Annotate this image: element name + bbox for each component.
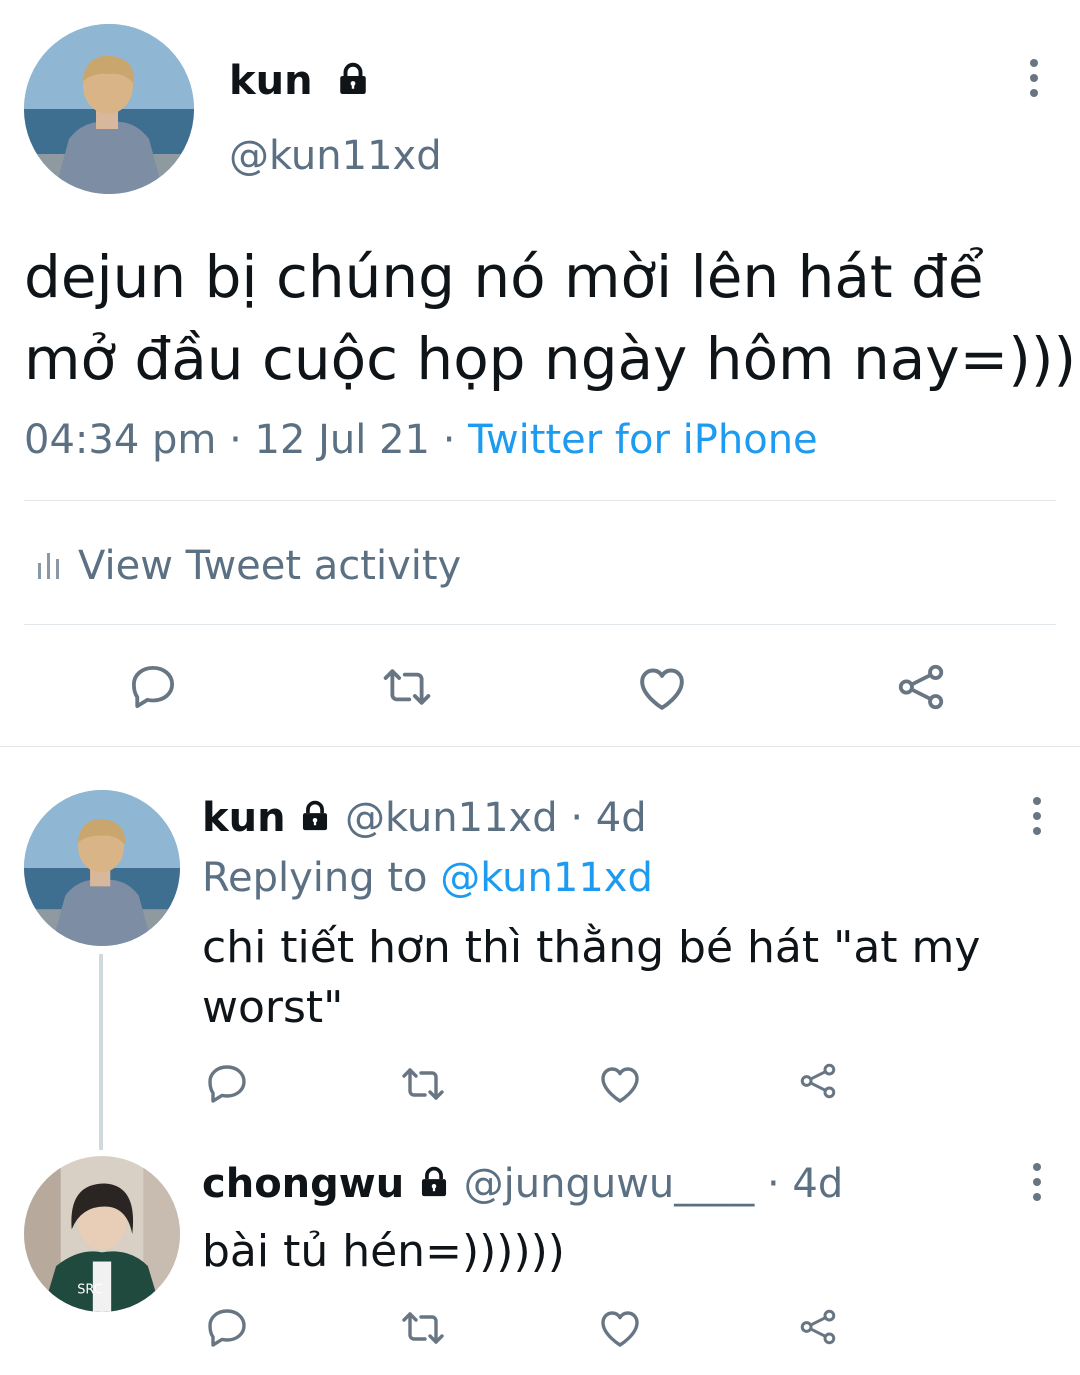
tweet-text-line: dejun bị chúng nó mời lên hát để <box>24 243 984 311</box>
tweet-source-link[interactable]: Twitter for iPhone <box>468 417 818 463</box>
tweet-date[interactable]: 12 Jul 21 <box>255 417 431 463</box>
more-icon[interactable] <box>1014 58 1054 98</box>
retweet-button[interactable] <box>399 1060 447 1108</box>
section-divider <box>0 746 1080 747</box>
more-icon[interactable] <box>1017 1162 1057 1202</box>
activity-icon <box>38 553 59 579</box>
lock-icon <box>298 799 332 833</box>
retweet-icon <box>399 1304 447 1352</box>
lock-icon <box>335 61 371 97</box>
like-button[interactable] <box>596 1304 644 1352</box>
reply-age: · 4d <box>767 1161 844 1207</box>
share-icon <box>894 660 948 714</box>
view-tweet-activity[interactable]: View Tweet activity <box>34 538 461 594</box>
reply-button[interactable] <box>203 1060 251 1108</box>
like-icon <box>596 1304 644 1352</box>
activity-label: View Tweet activity <box>78 543 462 589</box>
reply-icon <box>203 1304 251 1352</box>
lock-icon <box>417 1165 451 1199</box>
like-icon <box>596 1060 644 1108</box>
avatar[interactable] <box>24 24 194 194</box>
retweet-button[interactable] <box>380 660 434 714</box>
tweet-text: dejun bị chúng nó mời lên hát để mở đầu … <box>24 236 1076 400</box>
reply-icon <box>203 1060 251 1108</box>
meta-dot: · <box>442 417 456 463</box>
display-name[interactable]: kun <box>229 56 371 106</box>
share-icon <box>797 1306 839 1348</box>
handle[interactable]: @kun11xd <box>229 130 442 182</box>
display-name-text: kun <box>229 58 313 104</box>
reply-header: chongwu @junguwu____ · 4d <box>202 1158 843 1210</box>
tweet-meta: 04:34 pm · 12 Jul 21 · Twitter for iPhon… <box>24 414 818 466</box>
tweet-text-line: mở đầu cuộc họp ngày hôm nay=))) <box>24 325 1077 393</box>
share-button[interactable] <box>894 660 948 714</box>
divider <box>24 624 1056 625</box>
display-name[interactable]: chongwu <box>202 1161 404 1207</box>
avatar[interactable] <box>24 1156 180 1312</box>
handle[interactable]: @kun11xd <box>345 795 558 841</box>
reply-text: chi tiết hơn thì thằng bé hát "at my wor… <box>202 918 980 1038</box>
like-button[interactable] <box>634 660 690 716</box>
divider <box>24 500 1056 501</box>
replying-handle-link[interactable]: @kun11xd <box>440 855 653 901</box>
reply-text-line: worst" <box>202 982 344 1033</box>
meta-dot: · <box>229 417 242 463</box>
avatar[interactable] <box>24 790 180 946</box>
replying-prefix: Replying to <box>202 855 428 901</box>
retweet-button[interactable] <box>399 1304 447 1352</box>
share-button[interactable] <box>797 1060 839 1102</box>
display-name[interactable]: kun <box>202 795 286 841</box>
retweet-icon <box>380 660 434 714</box>
reply-text-line: chi tiết hơn thì thằng bé hát "at my <box>202 922 981 973</box>
reply-icon <box>126 660 180 714</box>
like-icon <box>634 660 690 716</box>
reply-button[interactable] <box>126 660 180 714</box>
reply-button[interactable] <box>203 1304 251 1352</box>
reply-text: bài tủ hén=)))))) <box>202 1222 565 1282</box>
tweet-time[interactable]: 04:34 pm <box>24 417 216 463</box>
retweet-icon <box>399 1060 447 1108</box>
thread-line <box>99 954 103 1150</box>
more-icon[interactable] <box>1017 796 1057 836</box>
share-button[interactable] <box>797 1306 839 1348</box>
replying-to: Replying to @kun11xd <box>202 852 653 904</box>
reply-header: kun @kun11xd · 4d <box>202 792 647 844</box>
share-icon <box>797 1060 839 1102</box>
handle[interactable]: @junguwu____ <box>464 1161 755 1207</box>
like-button[interactable] <box>596 1060 644 1108</box>
reply-text-line: bài tủ hén=)))))) <box>202 1226 565 1277</box>
reply-age: · 4d <box>570 795 647 841</box>
